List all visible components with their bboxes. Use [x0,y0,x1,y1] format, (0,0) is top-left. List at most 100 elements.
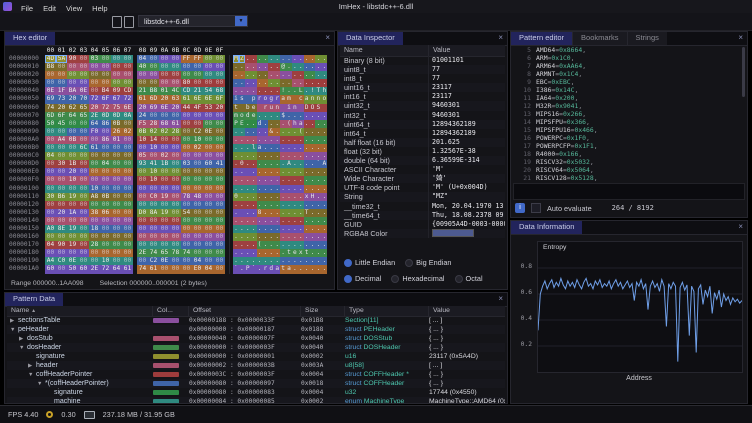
tab-data-inspector[interactable]: Data Inspector [338,32,403,45]
hex-byte[interactable]: 00 [214,257,225,265]
hex-byte[interactable]: 41 [214,160,225,168]
hex-byte[interactable]: 00 [170,136,181,144]
hex-byte[interactable]: 00 [192,249,203,257]
hex-byte[interactable]: 00 [148,233,159,241]
hex-byte[interactable]: F5 [137,120,148,128]
hex-byte[interactable]: 00 [148,185,159,193]
hex-byte[interactable]: 00 [192,209,203,217]
hex-byte[interactable]: 00 [111,209,122,217]
hex-byte[interactable]: 00 [170,265,181,273]
close-icon[interactable]: × [734,221,747,234]
hex-byte[interactable]: 06 [100,209,111,217]
hex-byte[interactable]: 54 [181,209,192,217]
hex-byte[interactable]: 00 [192,112,203,120]
hex-byte[interactable]: 00 [78,201,89,209]
menu-view[interactable]: View [61,4,87,13]
ascii-char[interactable]: . [321,176,327,184]
hex-byte[interactable]: 00 [214,217,225,225]
inspector-row[interactable]: uint64_t12894362189 [340,120,505,129]
hex-byte[interactable]: 00 [159,79,170,87]
collapse-icon[interactable]: ▼ [19,344,27,352]
hex-byte[interactable]: 00 [111,144,122,152]
ascii-char[interactable]: . [321,112,327,120]
inspector-row[interactable]: __time64_tThu, 18.08.2378 09:16:29 [340,211,505,220]
tab-hex-editor[interactable]: Hex editor [5,32,55,45]
hex-byte[interactable]: 00 [67,79,78,87]
hex-byte[interactable]: 28 [89,241,100,249]
hex-byte[interactable]: 19 [67,193,78,201]
menu-file[interactable]: File [16,4,38,13]
hex-byte[interactable]: 00 [148,241,159,249]
hex-byte[interactable]: 20 [137,104,148,112]
hex-byte[interactable]: 00 [122,176,133,184]
hex-byte[interactable]: 03 [89,55,100,63]
hex-byte[interactable]: 00 [148,112,159,120]
ascii-char[interactable]: . [321,217,327,225]
hex-byte[interactable]: 04 [192,257,203,265]
hex-byte[interactable]: 00 [78,241,89,249]
hex-byte[interactable]: 19 [159,209,170,217]
hex-byte[interactable]: 00 [214,128,225,136]
hex-byte[interactable]: 00 [148,71,159,79]
pattern-data-row[interactable]: ▶header0x00000002 : 0x0000003B0x003Au8[5… [7,361,505,370]
hex-byte[interactable]: 6C [78,144,89,152]
hex-byte[interactable]: 00 [137,168,148,176]
tab-strings[interactable]: Strings [627,32,667,45]
hex-byte[interactable]: 00 [67,63,78,71]
hex-byte[interactable]: A0 [45,225,56,233]
hex-byte[interactable]: 0B [111,120,122,128]
hex-byte[interactable]: 74 [45,104,56,112]
hex-byte[interactable]: 00 [122,193,133,201]
hex-byte[interactable]: 00 [181,201,192,209]
inspector-row[interactable]: Binary (8 bit)01001101 [340,56,505,65]
hex-byte[interactable]: 0B [100,193,111,201]
inspector-row[interactable]: uint8_t77 [340,65,505,74]
ascii-char[interactable]: . [321,79,327,87]
hex-byte[interactable]: 00 [111,55,122,63]
hex-byte[interactable]: 00 [122,217,133,225]
hex-byte[interactable]: 00 [45,160,56,168]
hex-byte[interactable]: B4 [100,87,111,95]
close-icon[interactable]: × [494,32,507,45]
hex-byte[interactable]: 0E [203,128,214,136]
hex-byte[interactable]: 00 [45,185,56,193]
hex-byte[interactable]: 00 [111,176,122,184]
hex-byte[interactable]: 00 [214,176,225,184]
hex-byte[interactable]: 00 [122,185,133,193]
hex-byte[interactable]: 00 [159,63,170,71]
hex-byte[interactable]: 00 [148,201,159,209]
ascii-char[interactable]: . [321,144,327,152]
hex-byte[interactable]: 0E [78,87,89,95]
hex-byte[interactable]: 78 [170,249,181,257]
hex-byte[interactable]: 00 [78,136,89,144]
hex-byte[interactable]: 00 [159,136,170,144]
hex-byte[interactable]: 00 [67,185,78,193]
collapse-icon[interactable]: ▼ [28,371,36,379]
hex-byte[interactable]: 50 [45,120,56,128]
pattern-data-row[interactable]: ▶dosStub0x00000040 : 0x0000007F0x0040str… [7,334,505,343]
hex-byte[interactable]: 6F [100,95,111,103]
hex-byte[interactable]: 69 [148,104,159,112]
hex-byte[interactable]: 64 [111,265,122,273]
chevron-down-icon[interactable]: ▼ [235,16,247,26]
hex-byte[interactable]: 00 [159,55,170,63]
radio-octal[interactable]: Octal [455,274,483,283]
hex-byte[interactable]: 00 [67,201,78,209]
hex-byte[interactable]: 00 [159,71,170,79]
hex-byte[interactable]: 10 [148,176,159,184]
hex-byte[interactable]: 20 [56,104,67,112]
ascii-char[interactable]: . [321,55,327,63]
menu-help[interactable]: Help [87,4,112,13]
hex-byte[interactable]: 00 [214,168,225,176]
hex-byte[interactable]: 24 [137,112,148,120]
ascii-char[interactable]: . [321,257,327,265]
hex-byte[interactable]: 00 [170,233,181,241]
hex-byte[interactable]: 1A [67,209,78,217]
hex-byte[interactable]: 10 [137,136,148,144]
hex-byte[interactable]: 64 [67,112,78,120]
hex-byte[interactable]: 6D [148,95,159,103]
hex-byte[interactable]: 1F [56,87,67,95]
hex-byte[interactable]: 00 [67,120,78,128]
hex-byte[interactable]: 00 [122,233,133,241]
pattern-data-row[interactable]: signature0x00000000 : 0x000000010x0002u1… [7,352,505,361]
